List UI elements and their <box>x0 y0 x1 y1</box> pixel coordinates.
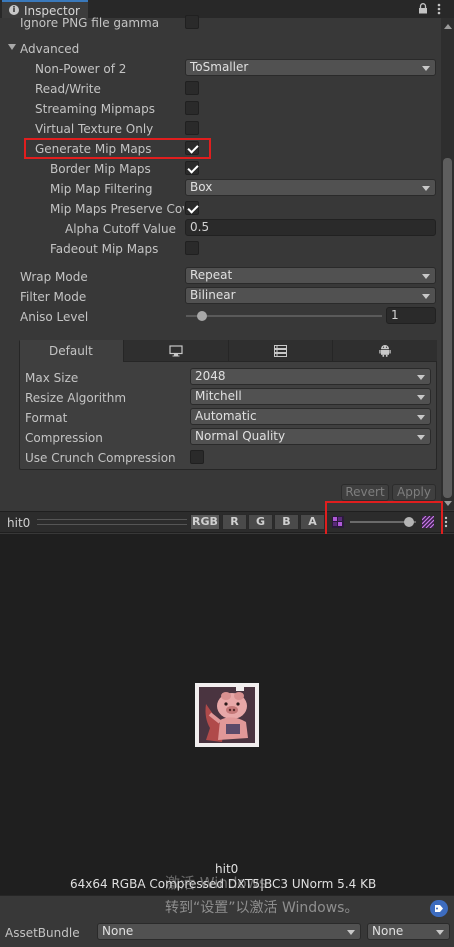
aniso-level-slider-thumb[interactable] <box>197 311 207 321</box>
channel-button-rgb[interactable]: RGB <box>190 514 220 530</box>
mip-map-filtering-dropdown[interactable]: Box <box>185 179 436 196</box>
chevron-down-icon <box>422 186 430 191</box>
aniso-level-slider-track[interactable] <box>186 315 382 317</box>
compression-dropdown[interactable]: Normal Quality <box>190 428 431 445</box>
inspector-scrollbar[interactable] <box>441 18 454 510</box>
mip-maps-preserve-coverage-checkbox[interactable] <box>185 201 199 215</box>
info-icon: i <box>9 5 19 15</box>
resize-algorithm-label: Resize Algorithm <box>25 391 127 405</box>
platform-tab-default[interactable]: Default <box>20 340 124 362</box>
aniso-level-label: Aniso Level <box>20 310 89 324</box>
chevron-down-icon <box>436 930 444 935</box>
wrap-mode-dropdown[interactable]: Repeat <box>185 267 436 284</box>
max-size-label: Max Size <box>25 371 79 385</box>
border-mip-maps-checkbox[interactable] <box>185 161 199 175</box>
virtual-texture-only-label: Virtual Texture Only <box>35 122 154 136</box>
chevron-down-icon <box>422 294 430 299</box>
chevron-down-icon <box>422 66 430 71</box>
alpha-cutoff-value-field[interactable]: 0.5 <box>185 219 436 236</box>
non-power-of-2-dropdown[interactable]: ToSmaller <box>185 59 436 76</box>
streaming-mipmaps-label: Streaming Mipmaps <box>35 102 156 116</box>
chevron-down-icon <box>417 395 425 400</box>
channel-button-a[interactable]: A <box>300 514 325 530</box>
advanced-foldout-label[interactable]: Advanced <box>20 42 79 56</box>
texture-preview-image <box>195 683 259 747</box>
scrollbar-thumb[interactable] <box>443 158 452 498</box>
kebab-menu-icon[interactable] <box>437 3 441 15</box>
platform-tab-server[interactable] <box>229 340 333 362</box>
aniso-level-field[interactable]: 1 <box>386 307 436 324</box>
virtual-texture-only-checkbox[interactable] <box>185 121 199 135</box>
scrollbar-down-arrow[interactable] <box>444 501 452 506</box>
fadeout-mip-maps-checkbox[interactable] <box>185 241 199 255</box>
mip-maps-preserve-coverage-label: Mip Maps Preserve Cov <box>50 202 184 216</box>
channel-button-r[interactable]: R <box>222 514 247 530</box>
lock-icon[interactable] <box>418 3 428 14</box>
fadeout-mip-maps-label: Fadeout Mip Maps <box>50 242 159 256</box>
android-icon <box>379 344 391 360</box>
scrollbar-up-arrow[interactable] <box>444 24 452 29</box>
resize-algorithm-dropdown[interactable]: Mitchell <box>190 388 431 405</box>
format-label: Format <box>25 411 68 425</box>
asset-bundle-name-dropdown[interactable]: None <box>97 923 361 940</box>
ignore-png-gamma-checkbox[interactable] <box>185 15 199 29</box>
preview-splitter-handle[interactable] <box>37 519 187 525</box>
chevron-down-icon <box>417 415 425 420</box>
mip-map-filtering-label: Mip Map Filtering <box>50 182 153 196</box>
watermark-line2: 转到“设置”以激活 Windows。 <box>165 900 359 916</box>
platform-tab-standalone[interactable] <box>124 340 229 362</box>
border-mip-maps-label: Border Mip Maps <box>50 162 151 176</box>
compression-label: Compression <box>25 431 103 445</box>
max-size-dropdown[interactable]: 2048 <box>190 368 431 385</box>
use-crunch-compression-checkbox[interactable] <box>190 450 204 464</box>
channel-button-b[interactable]: B <box>274 514 299 530</box>
generate-mip-maps-highlight <box>24 138 211 159</box>
alpha-cutoff-value-label: Alpha Cutoff Value <box>65 222 176 236</box>
chevron-down-icon <box>417 435 425 440</box>
format-dropdown[interactable]: Automatic <box>190 408 431 425</box>
channel-button-g[interactable]: G <box>248 514 273 530</box>
read-write-label: Read/Write <box>35 82 101 96</box>
streaming-mipmaps-checkbox[interactable] <box>185 101 199 115</box>
preview-asset-name: hit0 <box>7 516 31 530</box>
asset-label-icon[interactable] <box>430 900 448 917</box>
wrap-mode-label: Wrap Mode <box>20 270 88 284</box>
watermark-line1: 激活 Windows <box>165 874 267 892</box>
apply-button[interactable]: Apply <box>392 484 436 501</box>
filter-mode-dropdown[interactable]: Bilinear <box>185 287 436 304</box>
asset-bundle-label: AssetBundle <box>5 926 80 940</box>
chevron-down-icon <box>422 274 430 279</box>
platform-tab-android[interactable] <box>333 340 437 362</box>
non-power-of-2-label: Non-Power of 2 <box>35 62 127 76</box>
tab-default-label: Default <box>49 344 93 358</box>
use-crunch-compression-label: Use Crunch Compression <box>25 451 176 465</box>
preview-menu-icon[interactable] <box>444 516 448 531</box>
filter-mode-label: Filter Mode <box>20 290 87 304</box>
revert-button[interactable]: Revert <box>341 484 389 501</box>
read-write-checkbox[interactable] <box>185 81 199 95</box>
chevron-down-icon <box>417 375 425 380</box>
server-icon <box>274 345 287 360</box>
advanced-foldout-arrow[interactable] <box>8 44 16 50</box>
ignore-png-gamma-label: Ignore PNG file gamma <box>20 16 160 30</box>
asset-bundle-variant-dropdown[interactable]: None <box>367 923 450 940</box>
chevron-down-icon <box>347 930 355 935</box>
monitor-icon <box>169 345 183 360</box>
